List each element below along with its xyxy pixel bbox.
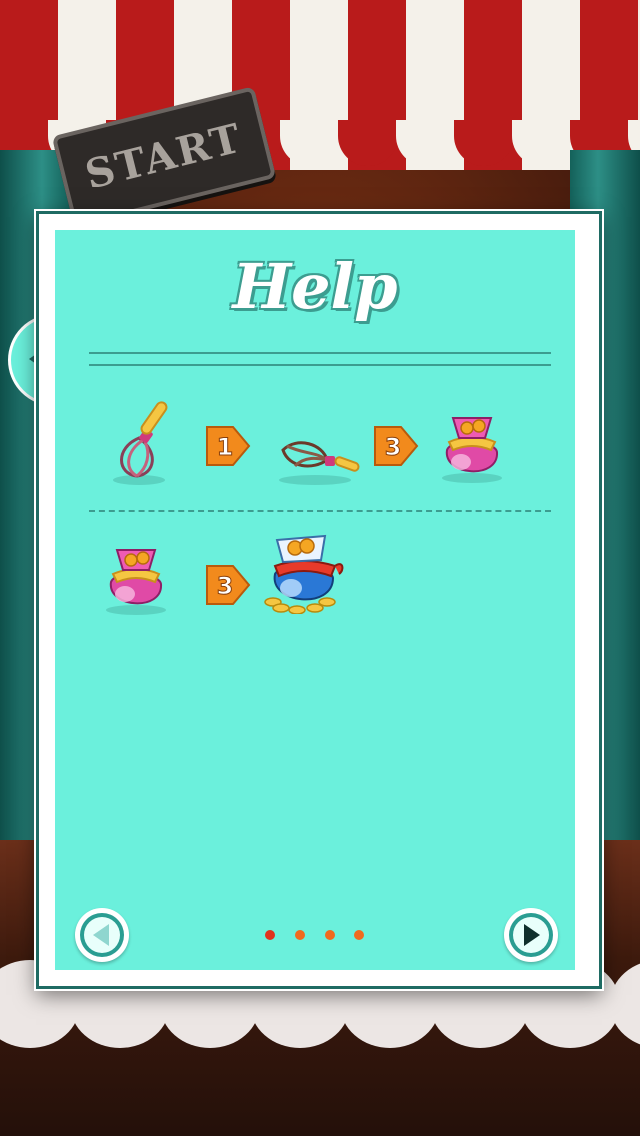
blue-coin-bag-icon <box>264 534 344 614</box>
triangle-right-icon <box>524 924 540 946</box>
page-dot[interactable] <box>295 930 305 940</box>
arrow-badge-icon: 3 <box>206 565 251 605</box>
triangle-left-icon <box>93 924 109 946</box>
row-divider <box>89 510 551 512</box>
help-panel-content: Help 1 3 3 <box>55 230 575 970</box>
broken-whisk-icon <box>279 441 360 485</box>
pink-coin-bag-icon <box>442 417 502 483</box>
pink-coin-bag-icon <box>106 549 166 615</box>
help-row-2: 3 <box>55 530 575 640</box>
page-dot[interactable] <box>265 930 275 940</box>
arrow-count: 1 <box>217 433 234 461</box>
previous-page-button[interactable] <box>75 908 129 962</box>
arrow-count: 3 <box>217 572 234 600</box>
title-rule-top <box>89 352 551 354</box>
next-page-button[interactable] <box>504 908 558 962</box>
whisk-icon <box>113 401 168 485</box>
help-title: Help <box>232 250 398 323</box>
arrow-badge-icon: 3 <box>374 426 419 466</box>
page-indicator <box>265 930 375 944</box>
help-panel: Help 1 3 3 <box>36 211 602 989</box>
arrow-count: 3 <box>385 433 402 461</box>
page-dot[interactable] <box>325 930 335 940</box>
page-dot[interactable] <box>354 930 364 940</box>
arrow-badge-icon: 1 <box>206 426 251 466</box>
title-rule-bottom <box>89 364 551 366</box>
help-row-1: 1 3 <box>55 390 575 500</box>
